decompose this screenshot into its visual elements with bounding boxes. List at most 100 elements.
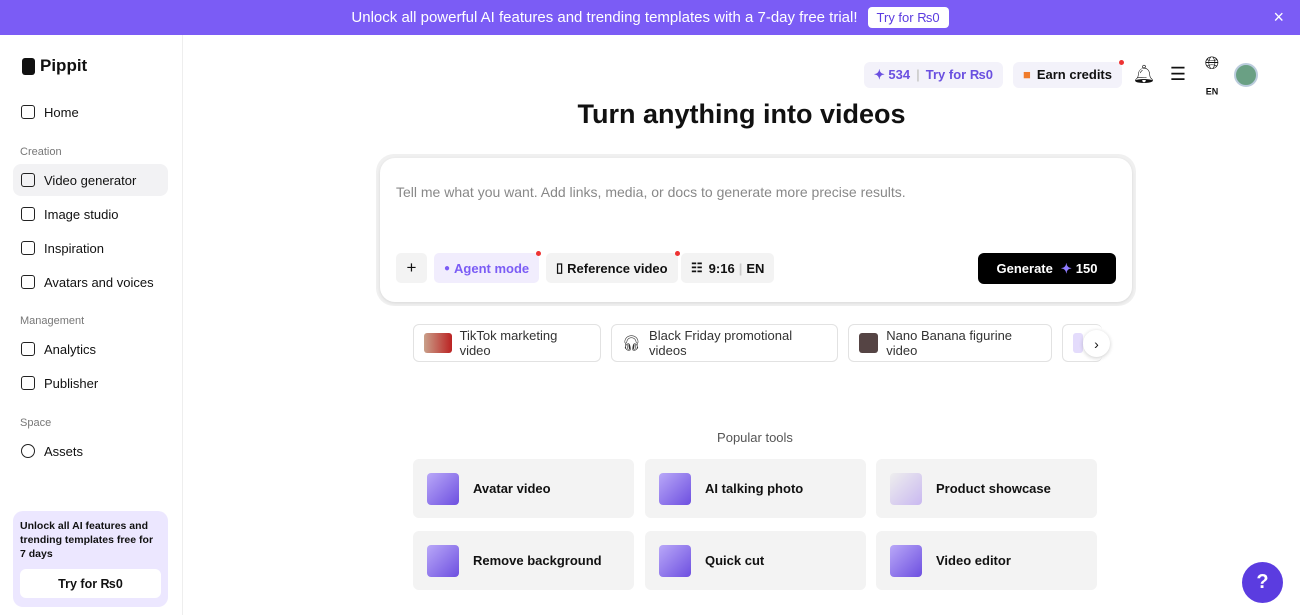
tool-thumbnail xyxy=(659,545,691,577)
inspiration-icon xyxy=(21,241,35,255)
close-icon[interactable]: × xyxy=(1273,7,1284,28)
avatar[interactable] xyxy=(1234,63,1258,87)
language-label: EN xyxy=(746,261,764,276)
tool-product-showcase[interactable]: Product showcase xyxy=(876,459,1097,518)
chevron-right-icon[interactable]: › xyxy=(1083,330,1110,357)
trial-promo: Unlock all AI features and trending temp… xyxy=(13,511,168,607)
suggestion-chip[interactable]: Nano Banana figurine video xyxy=(848,324,1052,362)
popular-tools-heading: Popular tools xyxy=(413,430,1097,445)
nav-label: Avatars and voices xyxy=(44,275,154,290)
suggestion-chip[interactable]: TikTok marketing video xyxy=(413,324,601,362)
globe-icon[interactable]: 🌐︎EN xyxy=(1200,53,1224,97)
tool-label: Remove background xyxy=(473,553,602,568)
promo-try-button[interactable]: Try for ₨0 xyxy=(20,569,161,598)
sidebar-item-video-generator[interactable]: Video generator xyxy=(13,164,168,196)
suggestion-chip[interactable]: 🎧︎ Black Friday promotional videos xyxy=(611,324,838,362)
add-button[interactable]: + xyxy=(396,253,427,283)
subscription-icon[interactable]: ☰ xyxy=(1166,64,1190,85)
banner-try-button[interactable]: Try for ₨0 xyxy=(868,7,949,28)
notification-dot xyxy=(675,251,680,256)
tool-quick-cut[interactable]: Quick cut xyxy=(645,531,866,590)
nav-label: Publisher xyxy=(44,376,98,391)
credit-icon: ✦ xyxy=(1061,261,1072,277)
bell-icon[interactable]: 🔔︎ xyxy=(1132,64,1156,85)
header-actions: ✦ 534|Try for ₨0 ■ Earn credits 🔔︎ ☰ 🌐︎EN xyxy=(864,53,1258,97)
sidebar-item-image-studio[interactable]: Image studio xyxy=(13,198,168,230)
sidebar: Pippit Home Creation Video generator Ima… xyxy=(0,35,183,615)
help-icon[interactable]: ? xyxy=(1242,562,1283,603)
pippit-logo-icon xyxy=(22,58,35,75)
agent-label: Agent mode xyxy=(454,261,529,276)
logo[interactable]: Pippit xyxy=(22,56,87,76)
calendar-icon xyxy=(21,376,35,390)
sidebar-item-publisher[interactable]: Publisher xyxy=(13,367,168,399)
chip-label: Nano Banana figurine video xyxy=(886,328,1041,358)
tool-avatar-video[interactable]: Avatar video xyxy=(413,459,634,518)
generate-label: Generate xyxy=(997,261,1053,276)
agent-icon: ● xyxy=(444,263,450,274)
sidebar-item-assets[interactable]: Assets xyxy=(13,435,168,467)
credit-count: ✦ 534 xyxy=(874,67,910,83)
sidebar-item-home[interactable]: Home xyxy=(13,96,168,128)
ratio-label: 9:16 xyxy=(709,261,735,276)
tool-label: AI talking photo xyxy=(705,481,803,496)
nav-label: Home xyxy=(44,105,79,120)
page-title: Turn anything into videos xyxy=(183,99,1300,130)
thumbnail xyxy=(424,333,452,353)
reference-video-button[interactable]: ▯ Reference video xyxy=(546,253,678,283)
thumbnail xyxy=(859,333,878,353)
headphones-icon: 🎧︎ xyxy=(622,334,641,352)
gift-icon: ■ xyxy=(1023,67,1031,82)
tool-thumbnail xyxy=(427,473,459,505)
tool-thumbnail xyxy=(890,545,922,577)
home-icon xyxy=(21,105,35,119)
tool-ai-talking-photo[interactable]: AI talking photo xyxy=(645,459,866,518)
nav-label: Inspiration xyxy=(44,241,104,256)
chip-label: Black Friday promotional videos xyxy=(649,328,827,358)
avatar-icon xyxy=(21,275,35,289)
tool-label: Video editor xyxy=(936,553,1011,568)
prompt-box: Tell me what you want. Add links, media,… xyxy=(376,154,1136,306)
nav-label: Assets xyxy=(44,444,83,459)
reference-label: Reference video xyxy=(567,261,667,276)
nav-label: Analytics xyxy=(44,342,96,357)
reference-icon: ▯ xyxy=(556,260,563,276)
tool-video-editor[interactable]: Video editor xyxy=(876,531,1097,590)
generate-cost: 150 xyxy=(1076,261,1098,276)
try-link[interactable]: Try for ₨0 xyxy=(926,67,993,82)
sliders-icon: ☷ xyxy=(691,260,703,276)
banner-text: Unlock all powerful AI features and tren… xyxy=(351,9,857,26)
sidebar-item-avatars[interactable]: Avatars and voices xyxy=(13,266,168,298)
agent-mode-button[interactable]: ● Agent mode xyxy=(434,253,539,283)
notification-dot xyxy=(1119,60,1124,65)
nav-label: Image studio xyxy=(44,207,118,222)
sidebar-item-analytics[interactable]: Analytics xyxy=(13,333,168,365)
sidebar-item-inspiration[interactable]: Inspiration xyxy=(13,232,168,264)
video-icon xyxy=(21,173,35,187)
tool-thumbnail xyxy=(659,473,691,505)
promo-banner: Unlock all powerful AI features and tren… xyxy=(0,0,1300,35)
analytics-icon xyxy=(21,342,35,356)
generate-button[interactable]: Generate ✦ 150 xyxy=(978,253,1116,284)
tool-label: Quick cut xyxy=(705,553,764,568)
tool-thumbnail xyxy=(427,545,459,577)
image-icon xyxy=(21,207,35,221)
tool-label: Product showcase xyxy=(936,481,1051,496)
thumbnail xyxy=(1073,333,1083,353)
tool-thumbnail xyxy=(890,473,922,505)
tool-remove-background[interactable]: Remove background xyxy=(413,531,634,590)
credits-pill[interactable]: ✦ 534|Try for ₨0 xyxy=(864,62,1003,88)
nav-label: Video generator xyxy=(44,173,136,188)
settings-button[interactable]: ☷9:16|EN xyxy=(681,253,774,283)
cloud-icon xyxy=(21,444,35,458)
section-creation: Creation xyxy=(20,146,62,158)
section-space: Space xyxy=(20,417,51,429)
chip-label: TikTok marketing video xyxy=(460,328,590,358)
earn-credits-button[interactable]: ■ Earn credits xyxy=(1013,62,1122,88)
promo-text: Unlock all AI features and trending temp… xyxy=(20,520,153,560)
language-label: EN xyxy=(1206,87,1219,97)
section-management: Management xyxy=(20,315,84,327)
tool-label: Avatar video xyxy=(473,481,551,496)
earn-label: Earn credits xyxy=(1037,67,1112,82)
prompt-input[interactable]: Tell me what you want. Add links, media,… xyxy=(396,184,906,200)
